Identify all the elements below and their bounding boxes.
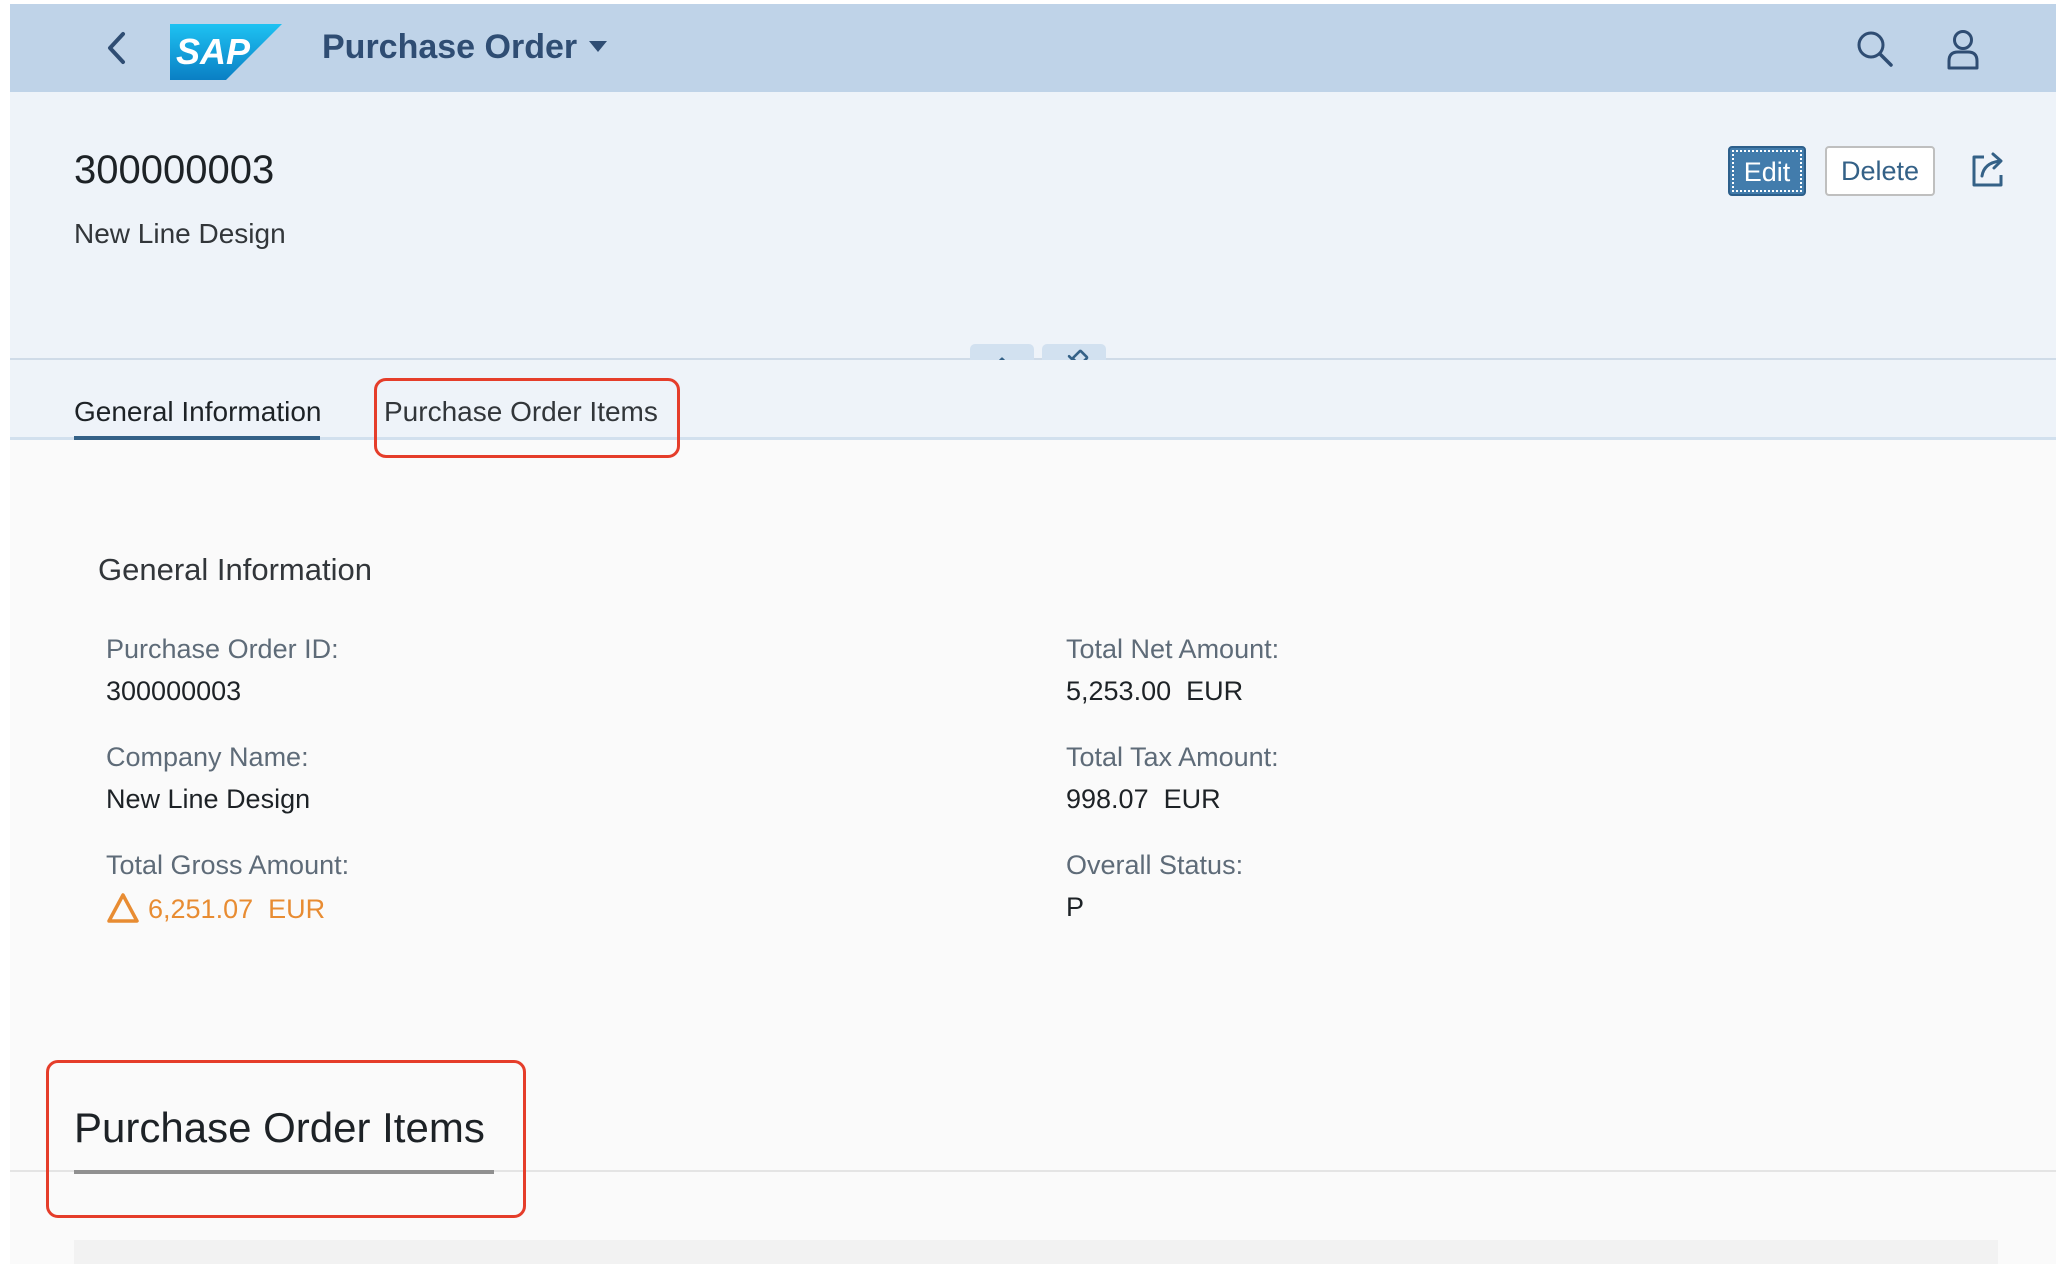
share-icon [1972, 152, 2003, 187]
user-icon [1947, 30, 1979, 70]
total-net-amount-label: Total Net Amount: [1066, 634, 1280, 664]
shell-bar: SAP Purchase Order [10, 4, 2056, 92]
total-gross-amount-number: 6,251.07 [148, 894, 254, 924]
app-title-menu[interactable]: Purchase Order [322, 28, 608, 67]
user-button[interactable] [1938, 24, 1988, 74]
sap-logo-text: SAP [176, 31, 251, 72]
search-button[interactable] [1850, 24, 1900, 74]
section-title-general-information: General Information [98, 552, 372, 587]
company-name-value: New Line Design [106, 784, 311, 814]
section-title-purchase-order-items: Purchase Order Items [74, 1104, 485, 1151]
object-subtitle: New Line Design [74, 218, 286, 249]
company-name-label: Company Name: [106, 742, 309, 772]
object-title: 300000003 [74, 148, 275, 192]
total-net-amount-value: 5,253.00 EUR [1066, 676, 1243, 707]
anchor-bar: General Information Purchase Order Items [10, 360, 2056, 440]
total-net-amount-currency: EUR [1186, 676, 1244, 706]
sap-logo: SAP [170, 24, 282, 80]
warning-icon [107, 893, 139, 923]
total-tax-amount-value: 998.07 EUR [1066, 784, 1221, 815]
po-id-label: Purchase Order ID: [106, 634, 339, 664]
app-frame: SAP Purchase Order 300000003 New Line De… [10, 4, 2056, 1264]
section-title-underline [74, 1170, 494, 1174]
total-gross-amount-currency: EUR [268, 894, 326, 924]
caret-down-icon [589, 40, 608, 52]
items-table [74, 1240, 1998, 1264]
app-title: Purchase Order [322, 28, 578, 66]
tab-general-information[interactable]: General Information [74, 396, 321, 428]
total-tax-amount-label: Total Tax Amount: [1066, 742, 1279, 772]
tab-purchase-order-items[interactable]: Purchase Order Items [384, 396, 658, 428]
tab-selected-indicator [74, 436, 320, 440]
overall-status-value: P [1066, 892, 1085, 922]
back-button[interactable] [92, 22, 144, 74]
edit-button[interactable]: Edit [1728, 146, 1806, 196]
chevron-left-icon [108, 32, 125, 64]
po-id-value: 300000003 [106, 676, 242, 706]
search-icon [1857, 31, 1893, 67]
total-gross-amount-value: 6,251.07 EUR [106, 892, 325, 925]
object-header: 300000003 New Line Design Edit Delete [10, 92, 2056, 384]
overall-status-label: Overall Status: [1066, 850, 1244, 880]
total-net-amount-number: 5,253.00 [1066, 676, 1172, 706]
total-tax-amount-currency: EUR [1163, 784, 1221, 814]
delete-button[interactable]: Delete [1825, 146, 1935, 196]
total-tax-amount-number: 998.07 [1066, 784, 1149, 814]
share-button[interactable] [1966, 148, 2010, 192]
total-gross-amount-label: Total Gross Amount: [106, 850, 350, 880]
